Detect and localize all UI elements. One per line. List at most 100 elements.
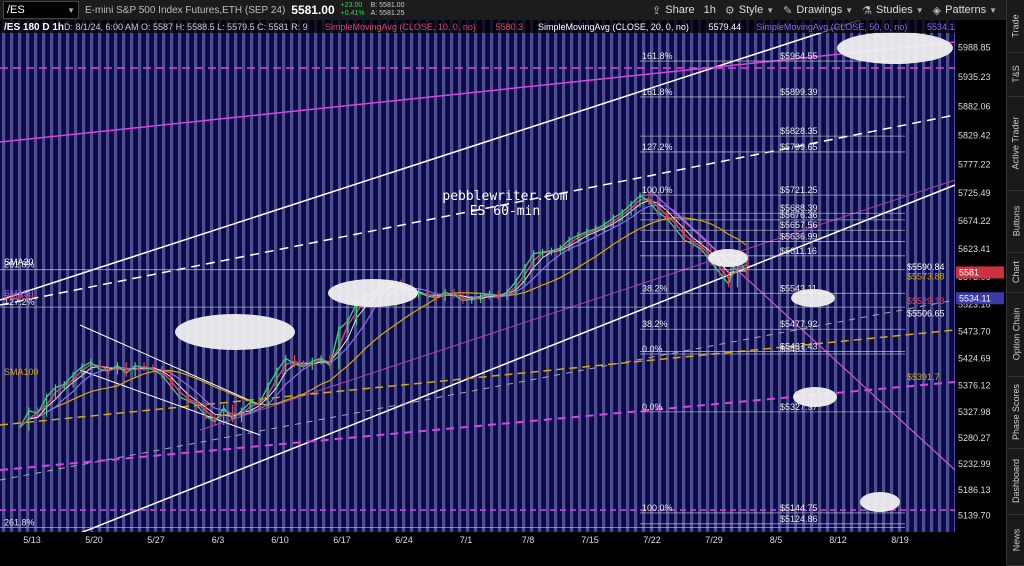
header-study-2: SimpleMovingAvg (CLOSE, 50, 0, no) xyxy=(756,22,907,32)
axis-badge-text-4: 5534.11 xyxy=(959,293,991,303)
y-tick-14: 5280.27 xyxy=(958,433,991,443)
header-study-value-0: 5580.3 xyxy=(496,22,524,32)
time-band-64 xyxy=(514,20,518,532)
drawings-button[interactable]: ✎ Drawings ▼ xyxy=(783,4,853,17)
time-band-26 xyxy=(210,20,214,532)
sidebar-tab-active-trader[interactable]: Active Trader xyxy=(1007,96,1024,191)
time-band-25 xyxy=(202,20,206,532)
highlight-ellipse-3 xyxy=(791,289,835,307)
time-band-56 xyxy=(450,20,454,532)
share-button[interactable]: ⇪ Share xyxy=(652,4,695,17)
style-button[interactable]: ⚙ Style ▼ xyxy=(725,4,774,17)
level-label-16: 0.0% xyxy=(642,402,663,412)
sidebar-tab-label: Option Chain xyxy=(1011,307,1022,361)
y-tick-6: 5674.22 xyxy=(958,216,991,226)
time-band-46 xyxy=(370,20,374,532)
time-band-75 xyxy=(602,20,606,532)
time-band-76 xyxy=(610,20,614,532)
gear-icon: ⚙ xyxy=(724,4,735,17)
level-value-7: $5657.56 xyxy=(780,220,818,230)
chevron-down-icon: ▼ xyxy=(989,5,997,15)
sidebar-tab-phase-scores[interactable]: Phase Scores xyxy=(1007,376,1024,449)
drawings-label: Drawings xyxy=(796,4,843,16)
x-tick-1: 5/20 xyxy=(85,535,103,545)
time-band-14 xyxy=(114,20,118,532)
chart-toolbar: /ES ▼ E-mini S&P 500 Index Futures,ETH (… xyxy=(0,0,1006,21)
time-band-3 xyxy=(26,20,30,532)
sidebar-tab-label: Buttons xyxy=(1011,205,1021,237)
time-band-59 xyxy=(474,20,478,532)
sidebar-tab-dashboard[interactable]: Dashboard xyxy=(1007,448,1024,515)
sidebar-tab-label: T&S xyxy=(1010,65,1021,83)
header-study-value-2: 5534.11 xyxy=(927,22,959,32)
level-label-19: 261.8% xyxy=(4,518,35,528)
time-band-48 xyxy=(386,20,390,532)
level-value-2: $5828.35 xyxy=(780,126,818,136)
patterns-button[interactable]: ◈ Patterns ▼ xyxy=(933,4,997,17)
header-ohlc: D: 8/1/24, 6:00 AM O: 5587 H: 5588.5 L: … xyxy=(64,22,308,32)
time-band-55 xyxy=(442,20,446,532)
level-value-8: $5636.99 xyxy=(780,232,818,242)
time-band-35 xyxy=(282,20,286,532)
x-tick-6: 6/24 xyxy=(395,535,413,545)
level-label-1: 161.8% xyxy=(642,87,673,97)
time-band-68 xyxy=(546,20,550,532)
time-band-23 xyxy=(186,20,190,532)
sidebar-tab-option-chain[interactable]: Option Chain xyxy=(1007,292,1024,377)
y-tick-7: 5623.41 xyxy=(958,244,991,254)
highlight-ellipse-6 xyxy=(837,32,953,64)
header-symbol: /ES 180 D 1h xyxy=(4,22,64,33)
y-tick-4: 5777.22 xyxy=(958,159,991,169)
time-band-50 xyxy=(402,20,406,532)
time-band-60 xyxy=(482,20,486,532)
watermark-line-0: pebblewriter.com xyxy=(442,189,567,204)
pattern-icon: ◈ xyxy=(932,4,942,17)
highlight-ellipse-4 xyxy=(793,387,837,407)
study-header: /ES 180 D 1h D: 8/1/24, 6:00 AM O: 5587 H… xyxy=(0,20,1006,33)
highlight-ellipse-2 xyxy=(708,249,748,267)
sidebar-tab-buttons[interactable]: Buttons xyxy=(1007,190,1024,253)
highlight-ellipse-0 xyxy=(175,314,295,350)
time-band-77 xyxy=(618,20,622,532)
highlight-ellipse-1 xyxy=(328,279,418,307)
time-band-31 xyxy=(250,20,254,532)
x-tick-14: 8/19 xyxy=(891,535,909,545)
ask-value: A: 5581.25 xyxy=(370,10,405,17)
time-band-58 xyxy=(466,20,470,532)
sidebar-tab-label: Phase Scores xyxy=(1011,383,1021,441)
time-band-71 xyxy=(570,20,574,532)
chevron-down-icon: ▼ xyxy=(67,5,75,15)
time-band-13 xyxy=(106,20,110,532)
patterns-label: Patterns xyxy=(945,4,987,16)
level-value-17: $5144.75 xyxy=(780,503,818,513)
price-chart[interactable]: 161.8% $5964.55 161.8% $5899.39 $5828.35 127.… xyxy=(0,20,1006,565)
interval-button[interactable]: 1h xyxy=(704,4,716,16)
pencil-icon: ✎ xyxy=(783,4,793,17)
sidebar-tab-news[interactable]: News xyxy=(1007,514,1024,566)
studies-button[interactable]: ⚗ Studies ▼ xyxy=(862,4,924,17)
x-tick-8: 7/8 xyxy=(522,535,535,545)
right-sidebar: Trade T&S Active Trader Buttons Chart Option … xyxy=(1006,0,1024,566)
time-band-22 xyxy=(178,20,182,532)
level-value-9: $5611.16 xyxy=(780,246,817,256)
level-value-0: $5964.55 xyxy=(780,51,818,61)
bid-ask: B: 5581.00 A: 5581.25 xyxy=(371,2,405,18)
sidebar-tab-label: Trade xyxy=(1011,14,1021,38)
sidebar-tab-trade[interactable]: Trade xyxy=(1007,0,1024,53)
time-band-15 xyxy=(122,20,126,532)
time-band-51 xyxy=(410,20,414,532)
sidebar-tab-label: Dashboard xyxy=(1011,458,1021,504)
time-band-27 xyxy=(218,20,222,532)
level-value-15: $5437.43 xyxy=(780,342,818,352)
time-band-41 xyxy=(330,20,334,532)
style-label: Style xyxy=(738,4,764,16)
time-band-63 xyxy=(506,20,510,532)
studies-label: Studies xyxy=(876,4,913,16)
time-band-44 xyxy=(354,20,358,532)
interval-label: 1h xyxy=(703,4,716,16)
symbol-input[interactable]: /ES ▼ xyxy=(3,1,79,19)
sidebar-tab-chart[interactable]: Chart xyxy=(1007,252,1024,293)
ma-label-6: SMA100 xyxy=(4,367,39,377)
symbol-area: /ES ▼ E-mini S&P 500 Index Futures,ETH (… xyxy=(0,0,404,20)
sidebar-tab-t-s[interactable]: T&S xyxy=(1007,52,1024,97)
